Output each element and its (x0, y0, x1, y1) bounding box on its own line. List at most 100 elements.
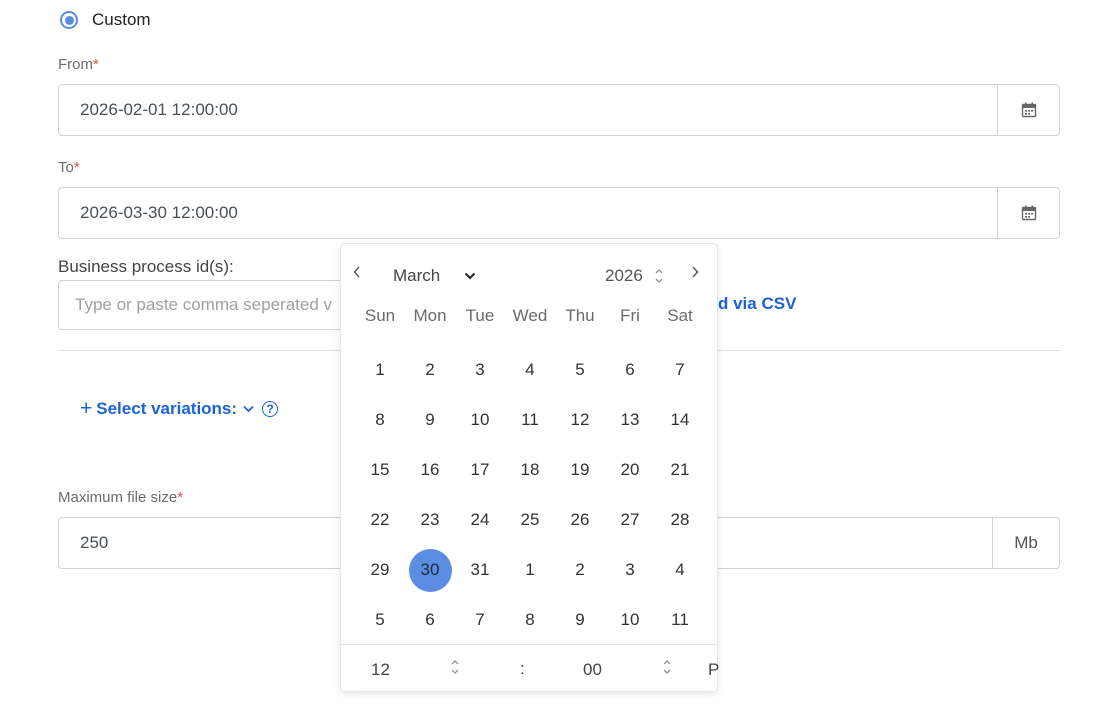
business-process-input[interactable] (58, 280, 358, 330)
custom-radio-option[interactable]: Custom (60, 8, 151, 32)
max-file-size-label: Maximum file size* (58, 489, 183, 506)
to-label-text: To (58, 159, 74, 176)
day-number: 15 (370, 460, 390, 479)
prev-month-button[interactable] (353, 262, 361, 283)
minute-spinner-icon[interactable] (663, 659, 671, 675)
day-number: 13 (620, 410, 640, 429)
to-calendar-button[interactable] (997, 188, 1059, 238)
max-file-size-label-text: Maximum file size (58, 489, 178, 506)
day-cell[interactable]: 7 (655, 345, 705, 395)
day-number: 3 (625, 560, 635, 579)
month-select[interactable]: March (393, 266, 476, 286)
day-cell[interactable]: 6 (405, 595, 455, 645)
chevron-left-icon (353, 266, 360, 278)
day-number: 7 (675, 360, 685, 379)
day-cell[interactable]: 8 (355, 395, 405, 445)
day-cell[interactable]: 17 (455, 445, 505, 495)
day-cell[interactable]: 3 (605, 545, 655, 595)
day-cell[interactable]: 19 (555, 445, 605, 495)
day-cell[interactable]: 24 (455, 495, 505, 545)
weekday-label: Thu (565, 306, 595, 325)
time-separator: : (520, 659, 525, 678)
year-spinner-icon[interactable] (655, 268, 663, 284)
day-cell[interactable]: 25 (505, 495, 555, 545)
day-number: 12 (570, 410, 590, 429)
upload-csv-link[interactable]: d via CSV (718, 294, 796, 314)
day-cell[interactable]: 2 (555, 545, 605, 595)
radio-selected-dot (64, 15, 74, 25)
day-cell[interactable]: 1 (505, 545, 555, 595)
day-cell[interactable]: 22 (355, 495, 405, 545)
day-cell[interactable]: 29 (355, 545, 405, 595)
day-number: 3 (475, 360, 485, 379)
day-number: 29 (370, 560, 390, 579)
hour-spinner-icon[interactable] (451, 659, 459, 675)
day-number: 5 (375, 610, 385, 629)
day-number: 19 (570, 460, 590, 479)
unit-label: Mb (992, 518, 1059, 568)
day-cell[interactable]: 18 (505, 445, 555, 495)
day-cell[interactable]: 12 (555, 395, 605, 445)
day-cell[interactable]: 1 (355, 345, 405, 395)
day-cell[interactable]: 5 (555, 345, 605, 395)
next-month-button[interactable] (691, 262, 699, 283)
day-cell[interactable]: 3 (455, 345, 505, 395)
day-cell[interactable]: 7 (455, 595, 505, 645)
day-cell[interactable]: 2 (405, 345, 455, 395)
year-label: 2026 (605, 266, 643, 285)
to-date-input[interactable]: 2026-03-30 12:00:00 (59, 188, 997, 238)
day-cell[interactable]: 28 (655, 495, 705, 545)
day-cell[interactable]: 6 (605, 345, 655, 395)
day-number: 18 (520, 460, 540, 479)
day-cell[interactable]: 13 (605, 395, 655, 445)
custom-radio-button[interactable] (60, 11, 78, 29)
day-cell[interactable]: 27 (605, 495, 655, 545)
am-pm-toggle[interactable]: P (708, 660, 719, 680)
day-cell[interactable]: 20 (605, 445, 655, 495)
day-cell[interactable]: 23 (405, 495, 455, 545)
day-cell[interactable]: 11 (655, 595, 705, 645)
day-cell[interactable]: 11 (505, 395, 555, 445)
day-number: 24 (470, 510, 490, 529)
day-number: 8 (375, 410, 385, 429)
day-number: 10 (620, 610, 640, 629)
year-input[interactable]: 2026 (605, 266, 663, 286)
day-number: 16 (420, 460, 440, 479)
day-number: 4 (525, 360, 535, 379)
from-calendar-button[interactable] (997, 85, 1059, 135)
day-cell-selected[interactable]: 30 (405, 545, 455, 595)
weekday-label: Mon (413, 306, 447, 325)
from-date-input[interactable]: 2026-02-01 12:00:00 (59, 85, 997, 135)
day-number: 28 (670, 510, 690, 529)
day-number: 26 (570, 510, 590, 529)
day-cell[interactable]: 9 (555, 595, 605, 645)
day-number: 9 (425, 410, 435, 429)
day-cell[interactable]: 5 (355, 595, 405, 645)
custom-radio-label: Custom (92, 10, 151, 29)
day-cell[interactable]: 8 (505, 595, 555, 645)
hour-input[interactable]: 12 (371, 660, 390, 680)
day-cell[interactable]: 16 (405, 445, 455, 495)
select-variations-button[interactable]: + Select variations: ? (80, 398, 279, 419)
day-cell[interactable]: 10 (455, 395, 505, 445)
day-number: 31 (470, 560, 490, 579)
time-picker: 12 : 00 P (341, 644, 719, 692)
required-mark: * (73, 159, 80, 176)
export-form: Custom From* 2026-02-01 12:00:00 To* 202… (0, 0, 1101, 708)
help-icon[interactable]: ? (262, 400, 279, 417)
chevron-right-icon (692, 266, 699, 278)
month-label: March (393, 266, 441, 285)
day-cell[interactable]: 4 (655, 545, 705, 595)
day-cell[interactable]: 21 (655, 445, 705, 495)
weekday-label: Wed (512, 306, 548, 325)
day-cell[interactable]: 31 (455, 545, 505, 595)
business-process-label: Business process id(s): (58, 257, 234, 276)
day-cell[interactable]: 15 (355, 445, 405, 495)
day-cell[interactable]: 26 (555, 495, 605, 545)
day-number: 22 (370, 510, 390, 529)
minute-input[interactable]: 00 (583, 660, 602, 680)
day-cell[interactable]: 4 (505, 345, 555, 395)
day-cell[interactable]: 14 (655, 395, 705, 445)
day-cell[interactable]: 9 (405, 395, 455, 445)
day-cell[interactable]: 10 (605, 595, 655, 645)
